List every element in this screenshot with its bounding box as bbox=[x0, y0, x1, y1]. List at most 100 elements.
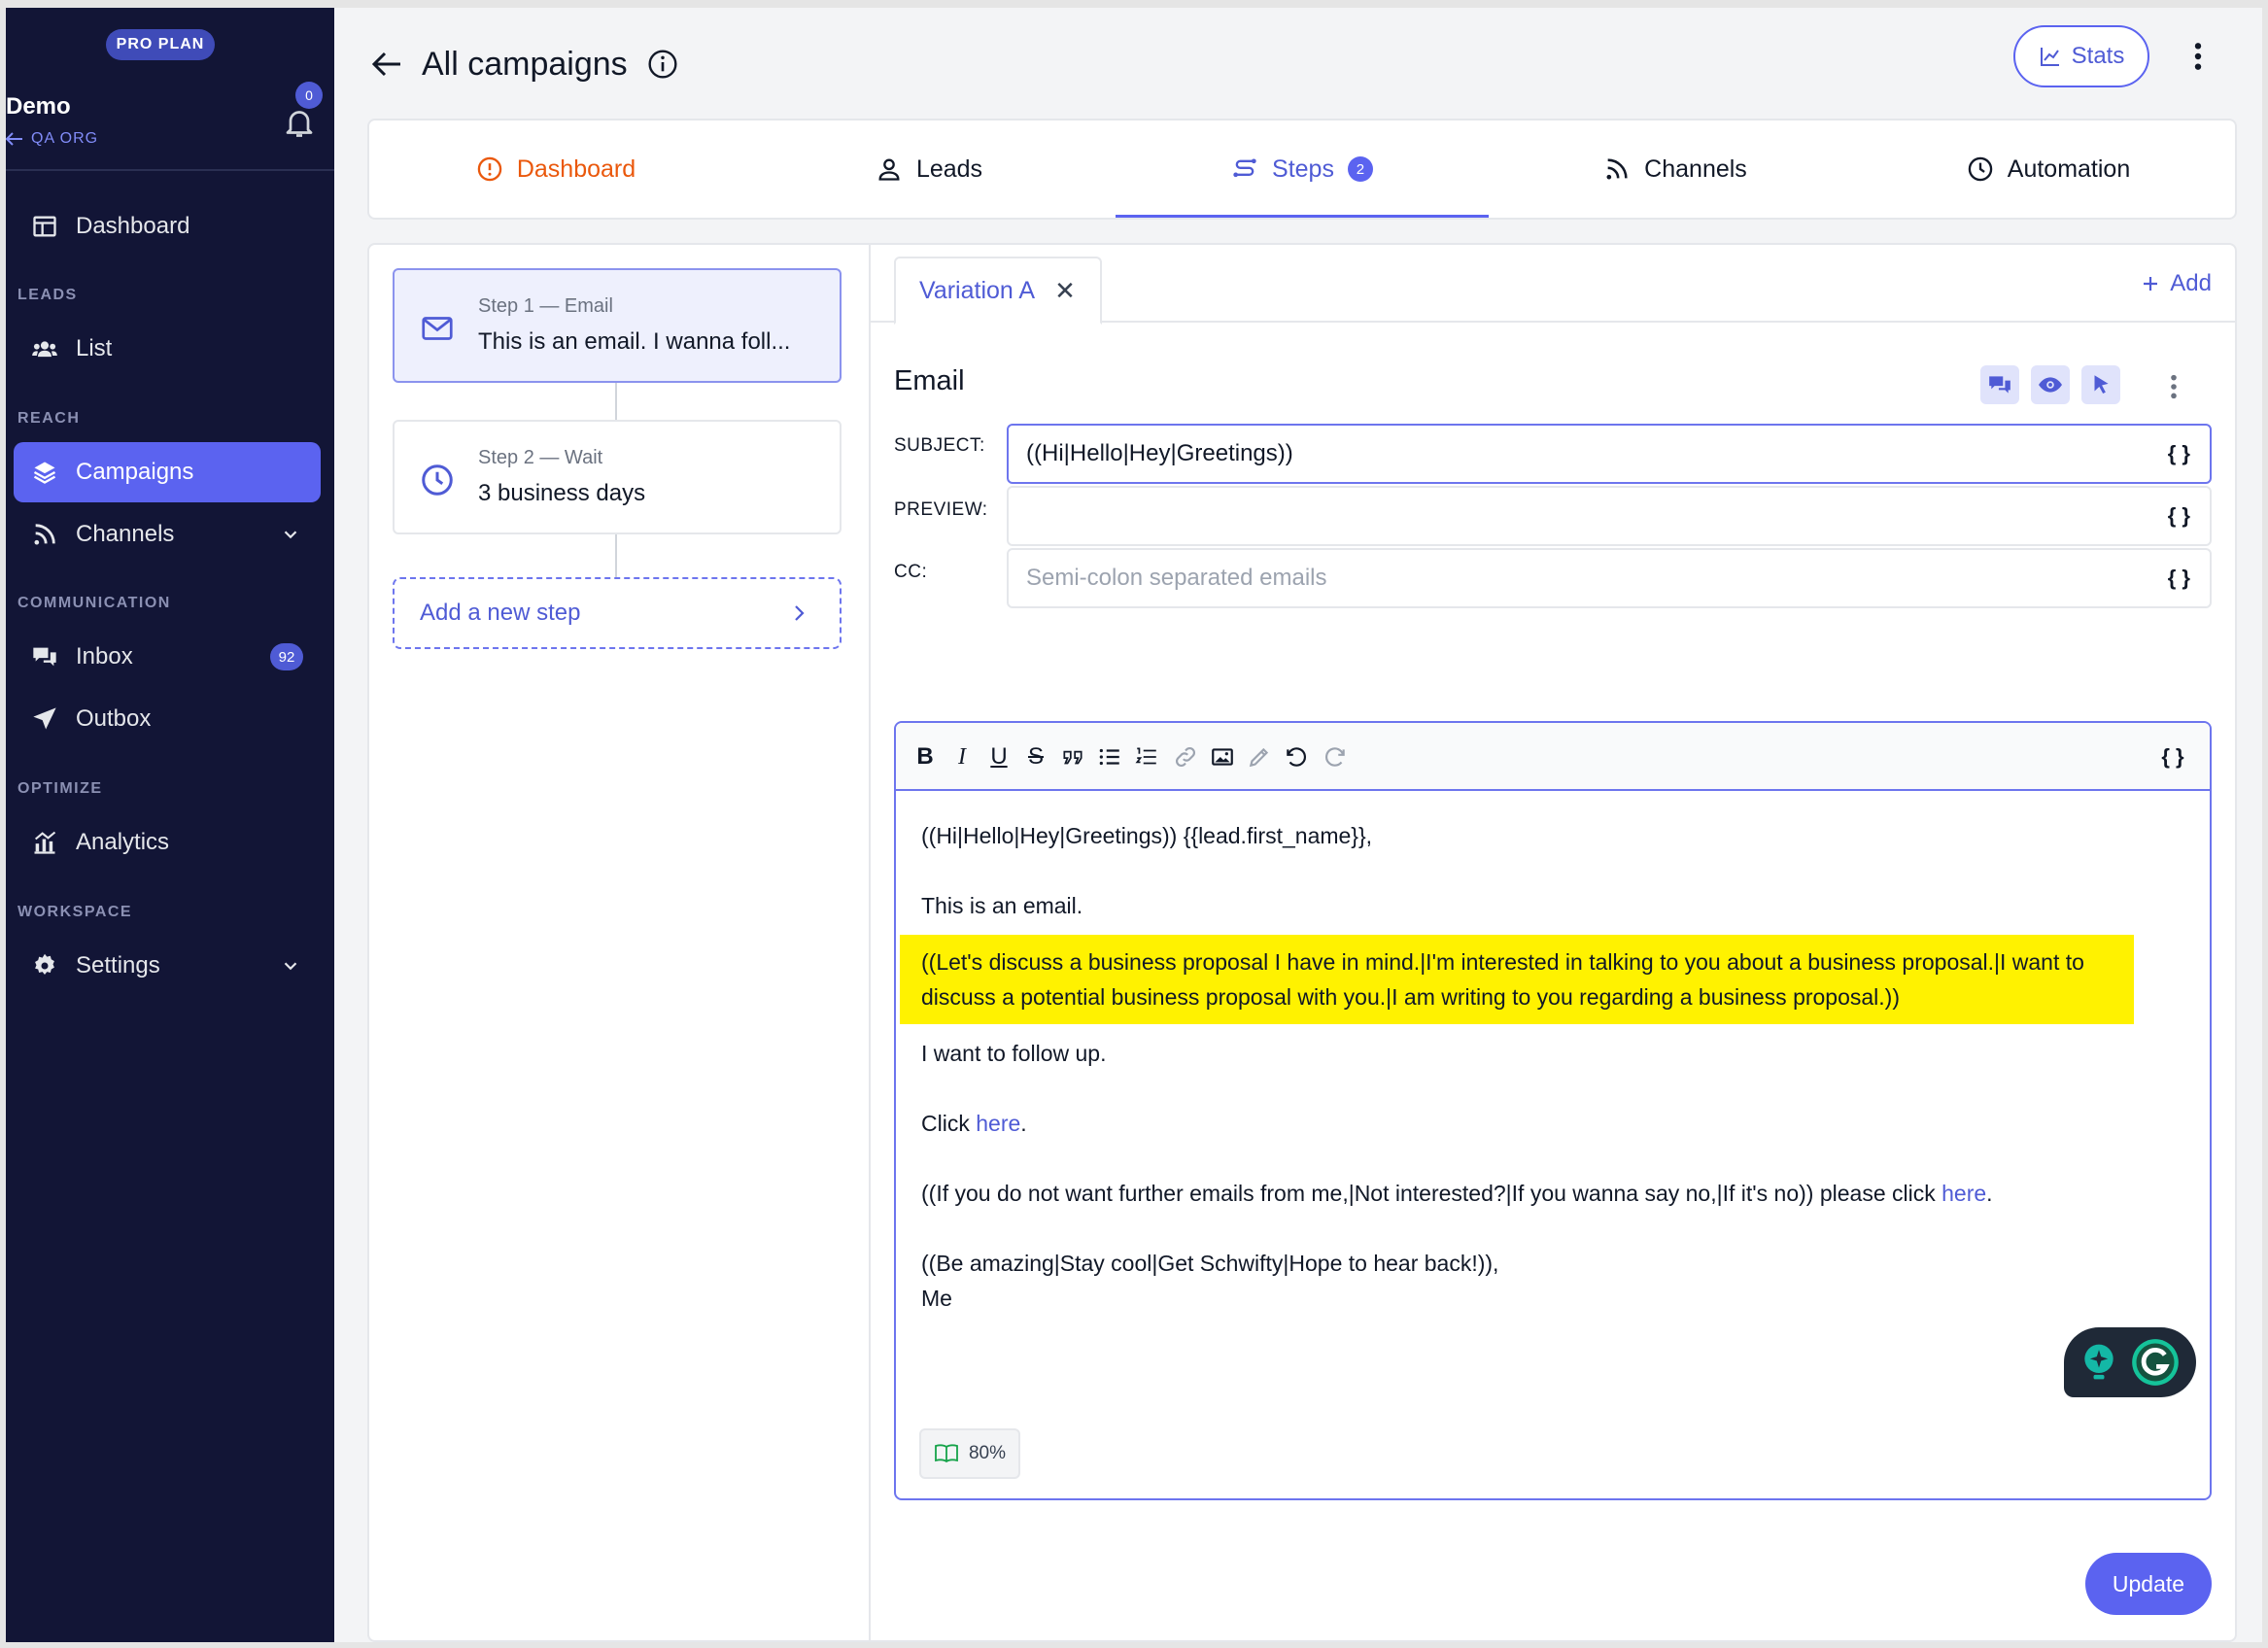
steps-count-badge: 2 bbox=[1347, 156, 1373, 182]
grammarly-widget[interactable] bbox=[2064, 1327, 2196, 1397]
add-step-label: Add a new step bbox=[420, 600, 581, 626]
numbered-list-icon[interactable] bbox=[1133, 743, 1160, 771]
readability-score: 80% bbox=[919, 1428, 1020, 1479]
section-optimize: OPTIMIZE bbox=[17, 780, 103, 797]
chevron-right-icon bbox=[795, 605, 805, 621]
unsubscribe-link[interactable]: here bbox=[1942, 1181, 1986, 1206]
section-workspace: WORKSPACE bbox=[17, 904, 133, 920]
variables-icon[interactable]: { } bbox=[2168, 503, 2190, 529]
underline-icon[interactable]: U bbox=[985, 743, 1013, 771]
sidebar-item-list[interactable]: List bbox=[14, 319, 321, 379]
more-options-icon[interactable] bbox=[2192, 41, 2204, 72]
sidebar-item-channels[interactable]: Channels bbox=[14, 504, 321, 565]
page-title: All campaigns bbox=[422, 45, 628, 83]
quote-icon[interactable] bbox=[1059, 743, 1086, 771]
section-communication: COMMUNICATION bbox=[17, 595, 171, 611]
preview-input[interactable]: { } bbox=[1007, 486, 2212, 546]
variation-tab-a[interactable]: Variation A ✕ bbox=[894, 257, 1102, 325]
tab-label: Dashboard bbox=[516, 154, 636, 183]
subject-label: SUBJECT: bbox=[894, 435, 985, 456]
step-connector bbox=[615, 534, 617, 577]
add-variation-button[interactable]: Add bbox=[2141, 270, 2212, 297]
plus-icon bbox=[2144, 277, 2158, 291]
add-variation-label: Add bbox=[2170, 270, 2212, 296]
link-icon[interactable] bbox=[1172, 743, 1199, 771]
step-label: Step 2 — Wait bbox=[478, 447, 603, 468]
undo-icon[interactable] bbox=[1283, 743, 1310, 771]
step-card-wait[interactable]: Step 2 — Wait 3 business days bbox=[393, 420, 842, 534]
variables-icon[interactable]: { } bbox=[2168, 566, 2190, 591]
sidebar-item-label: Dashboard bbox=[76, 213, 190, 239]
page-header: All campaigns bbox=[371, 37, 678, 91]
chat-icon bbox=[1989, 376, 2010, 394]
redo-icon[interactable] bbox=[1322, 743, 1349, 771]
tab-label: Channels bbox=[1644, 154, 1747, 183]
subject-input[interactable]: ((Hi|Hello|Hey|Greetings)) { } bbox=[1007, 424, 2212, 484]
variables-icon[interactable]: { } bbox=[2159, 743, 2186, 771]
strikethrough-icon[interactable]: S bbox=[1022, 743, 1049, 771]
bell-icon[interactable] bbox=[282, 105, 317, 140]
click-here-link[interactable]: here bbox=[976, 1111, 1020, 1136]
sidebar-item-label: Campaigns bbox=[76, 459, 194, 485]
analytics-icon bbox=[34, 831, 56, 854]
italic-icon[interactable]: I bbox=[948, 743, 976, 771]
cursor-icon bbox=[2094, 375, 2109, 394]
grammarly-icon bbox=[2132, 1339, 2179, 1386]
sidebar-item-label: Settings bbox=[76, 952, 160, 978]
sidebar: PRO PLAN Demo QA ORG 0 Dashboard LEADS L… bbox=[6, 8, 334, 1642]
sidebar-item-outbox[interactable]: Outbox bbox=[14, 689, 321, 749]
subject-value: ((Hi|Hello|Hey|Greetings)) bbox=[1026, 440, 1293, 466]
step-summary: This is an email. I wanna foll... bbox=[478, 328, 791, 355]
sidebar-item-settings[interactable]: Settings bbox=[14, 936, 321, 996]
step-label: Step 1 — Email bbox=[478, 295, 613, 317]
unsubscribe-text: ((If you do not want further emails from… bbox=[921, 1181, 1942, 1206]
sidebar-item-campaigns[interactable]: Campaigns bbox=[14, 442, 321, 502]
variation-tabbar: Variation A ✕ Add bbox=[871, 245, 2235, 325]
clear-format-icon[interactable] bbox=[1246, 743, 1273, 771]
add-step-button[interactable]: Add a new step bbox=[393, 577, 842, 649]
sidebar-item-dashboard[interactable]: Dashboard bbox=[14, 196, 321, 257]
org-switcher[interactable]: QA ORG bbox=[6, 130, 98, 148]
cc-input[interactable]: Semi-colon separated emails { } bbox=[1007, 548, 2212, 608]
sidebar-item-label: Channels bbox=[76, 521, 175, 547]
email-body-editor[interactable]: B I U S {} ((Hi|Hello|Hey|Greetings)) {… bbox=[894, 721, 2212, 1500]
info-icon[interactable] bbox=[647, 49, 678, 80]
tab-channels[interactable]: Channels bbox=[1489, 120, 1862, 218]
sidebar-item-inbox[interactable]: Inbox 92 bbox=[14, 627, 321, 687]
preview-button[interactable] bbox=[2031, 365, 2070, 404]
book-open-icon bbox=[935, 1444, 958, 1463]
preview-label: PREVIEW: bbox=[894, 499, 988, 520]
tab-steps[interactable]: Steps 2 bbox=[1116, 120, 1489, 218]
sidebar-item-analytics[interactable]: Analytics bbox=[14, 812, 321, 873]
section-reach: REACH bbox=[17, 410, 81, 427]
bold-icon[interactable]: B bbox=[911, 743, 939, 771]
email-tools bbox=[1980, 365, 2120, 404]
stats-button[interactable]: Stats bbox=[2013, 25, 2149, 87]
comments-button[interactable] bbox=[1980, 365, 2019, 404]
org-name[interactable]: Demo bbox=[6, 93, 71, 120]
tab-automation[interactable]: Automation bbox=[1862, 120, 2235, 218]
cc-label: CC: bbox=[894, 562, 928, 582]
notification-count: 0 bbox=[295, 82, 323, 109]
step-card-email[interactable]: Step 1 — Email This is an email. I wanna… bbox=[393, 268, 842, 383]
clock-icon bbox=[1968, 156, 1993, 182]
chevron-down-icon bbox=[284, 531, 297, 539]
steps-list: Step 1 — Email This is an email. I wanna… bbox=[369, 245, 871, 1640]
back-arrow-icon[interactable] bbox=[371, 51, 402, 78]
step-summary: 3 business days bbox=[478, 480, 646, 506]
track-clicks-button[interactable] bbox=[2081, 365, 2120, 404]
tab-leads[interactable]: Leads bbox=[742, 120, 1116, 218]
alert-circle-icon bbox=[477, 156, 502, 182]
lightbulb-icon bbox=[2084, 1344, 2113, 1380]
close-icon[interactable]: ✕ bbox=[1054, 276, 1076, 306]
image-icon[interactable] bbox=[1209, 743, 1236, 771]
update-button[interactable]: Update bbox=[2085, 1553, 2212, 1615]
email-body[interactable]: ((Hi|Hello|Hey|Greetings)) {{lead.first_… bbox=[900, 818, 2184, 1316]
more-options-icon[interactable] bbox=[2169, 373, 2179, 400]
eye-icon bbox=[2039, 377, 2062, 393]
bullet-list-icon[interactable] bbox=[1096, 743, 1123, 771]
tab-dashboard[interactable]: Dashboard bbox=[369, 120, 742, 218]
variables-icon[interactable]: { } bbox=[2168, 441, 2190, 466]
unsubscribe-suffix: . bbox=[1986, 1181, 1993, 1206]
arrow-left-icon bbox=[6, 132, 22, 146]
